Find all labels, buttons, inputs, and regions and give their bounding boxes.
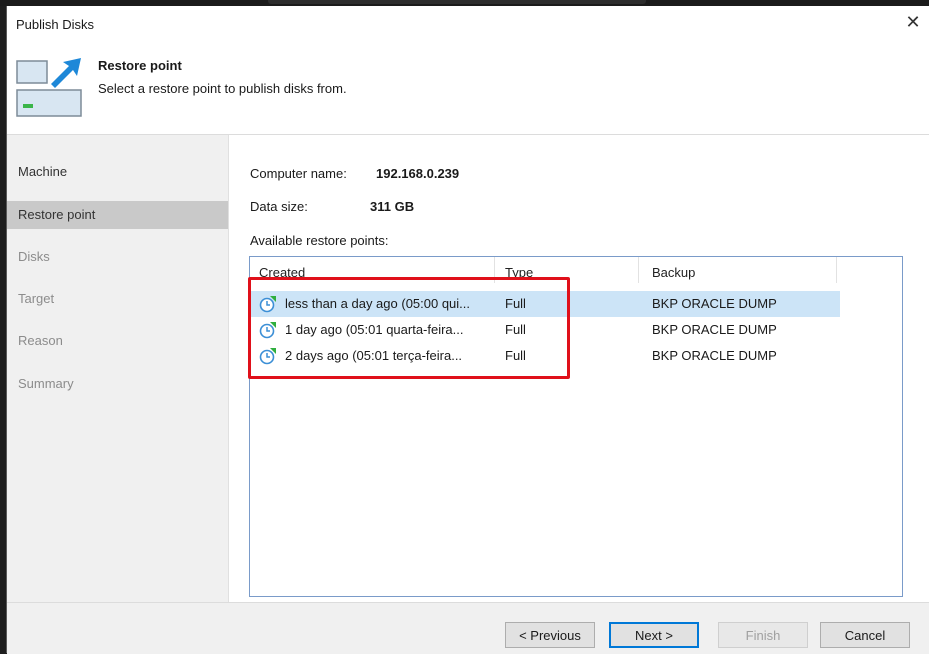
column-header-created[interactable]: Created	[259, 263, 305, 283]
row-backup: BKP ORACLE DUMP	[652, 322, 777, 337]
data-size-value: 311 GB	[370, 199, 415, 214]
sidebar-item-target: Target	[18, 291, 55, 306]
sidebar-item-disks: Disks	[18, 249, 50, 264]
row-created: less than a day ago (05:00 qui...	[285, 296, 471, 311]
restore-point-icon	[259, 296, 276, 313]
publish-disks-dialog: Publish Disks ✕ Restore point Select a r…	[6, 6, 929, 654]
sidebar-item-reason: Reason	[18, 333, 63, 348]
previous-button[interactable]: < Previous	[505, 622, 595, 648]
row-created: 2 days ago (05:01 terça-feira...	[285, 348, 463, 363]
column-header-backup[interactable]: Backup	[652, 263, 695, 283]
restore-point-row[interactable]: 1 day ago (05:01 quarta-feira... Full BK…	[251, 317, 840, 343]
sidebar-item-summary: Summary	[18, 376, 74, 391]
row-created: 1 day ago (05:01 quarta-feira...	[285, 322, 464, 337]
row-type: Full	[505, 296, 526, 311]
sidebar-item-restore-point[interactable]: Restore point	[7, 201, 228, 229]
step-header: Restore point Select a restore point to …	[7, 40, 929, 135]
computer-name-value: 192.168.0.239	[376, 166, 460, 181]
data-size-label: Data size:	[250, 199, 308, 214]
row-backup: BKP ORACLE DUMP	[652, 296, 777, 311]
finish-button: Finish	[718, 622, 808, 648]
step-title: Restore point	[98, 58, 182, 73]
row-type: Full	[505, 322, 526, 337]
row-type: Full	[505, 348, 526, 363]
step-subtitle: Select a restore point to publish disks …	[98, 81, 347, 96]
restore-point-row[interactable]: 2 days ago (05:01 terça-feira... Full BK…	[251, 343, 840, 369]
computer-name-label: Computer name:	[250, 166, 347, 181]
restore-points-label: Available restore points:	[250, 233, 389, 248]
main-content: Computer name: 192.168.0.239 Data size: …	[229, 135, 929, 602]
cancel-button[interactable]: Cancel	[820, 622, 910, 648]
column-header-type[interactable]: Type	[505, 263, 533, 283]
row-backup: BKP ORACLE DUMP	[652, 348, 777, 363]
wizard-steps-sidebar: Machine Restore point Disks Target Reaso…	[7, 135, 229, 653]
restore-point-icon	[259, 322, 276, 339]
column-separator[interactable]	[638, 257, 639, 283]
column-separator[interactable]	[494, 257, 495, 283]
restore-point-icon	[259, 348, 276, 365]
restore-point-wizard-icon	[16, 58, 82, 117]
restore-point-row[interactable]: less than a day ago (05:00 qui... Full B…	[251, 291, 840, 317]
close-icon[interactable]: ✕	[902, 11, 924, 33]
column-separator[interactable]	[836, 257, 837, 283]
title-bar: Publish Disks ✕	[7, 6, 929, 40]
next-button[interactable]: Next >	[609, 622, 699, 648]
top-tab	[268, 0, 646, 4]
wizard-footer: < Previous Next > Finish Cancel	[7, 602, 929, 654]
restore-points-list[interactable]: Created Type Backup less than a day ago …	[249, 256, 903, 597]
sidebar-item-machine[interactable]: Machine	[7, 158, 228, 186]
dialog-title: Publish Disks	[16, 17, 95, 32]
